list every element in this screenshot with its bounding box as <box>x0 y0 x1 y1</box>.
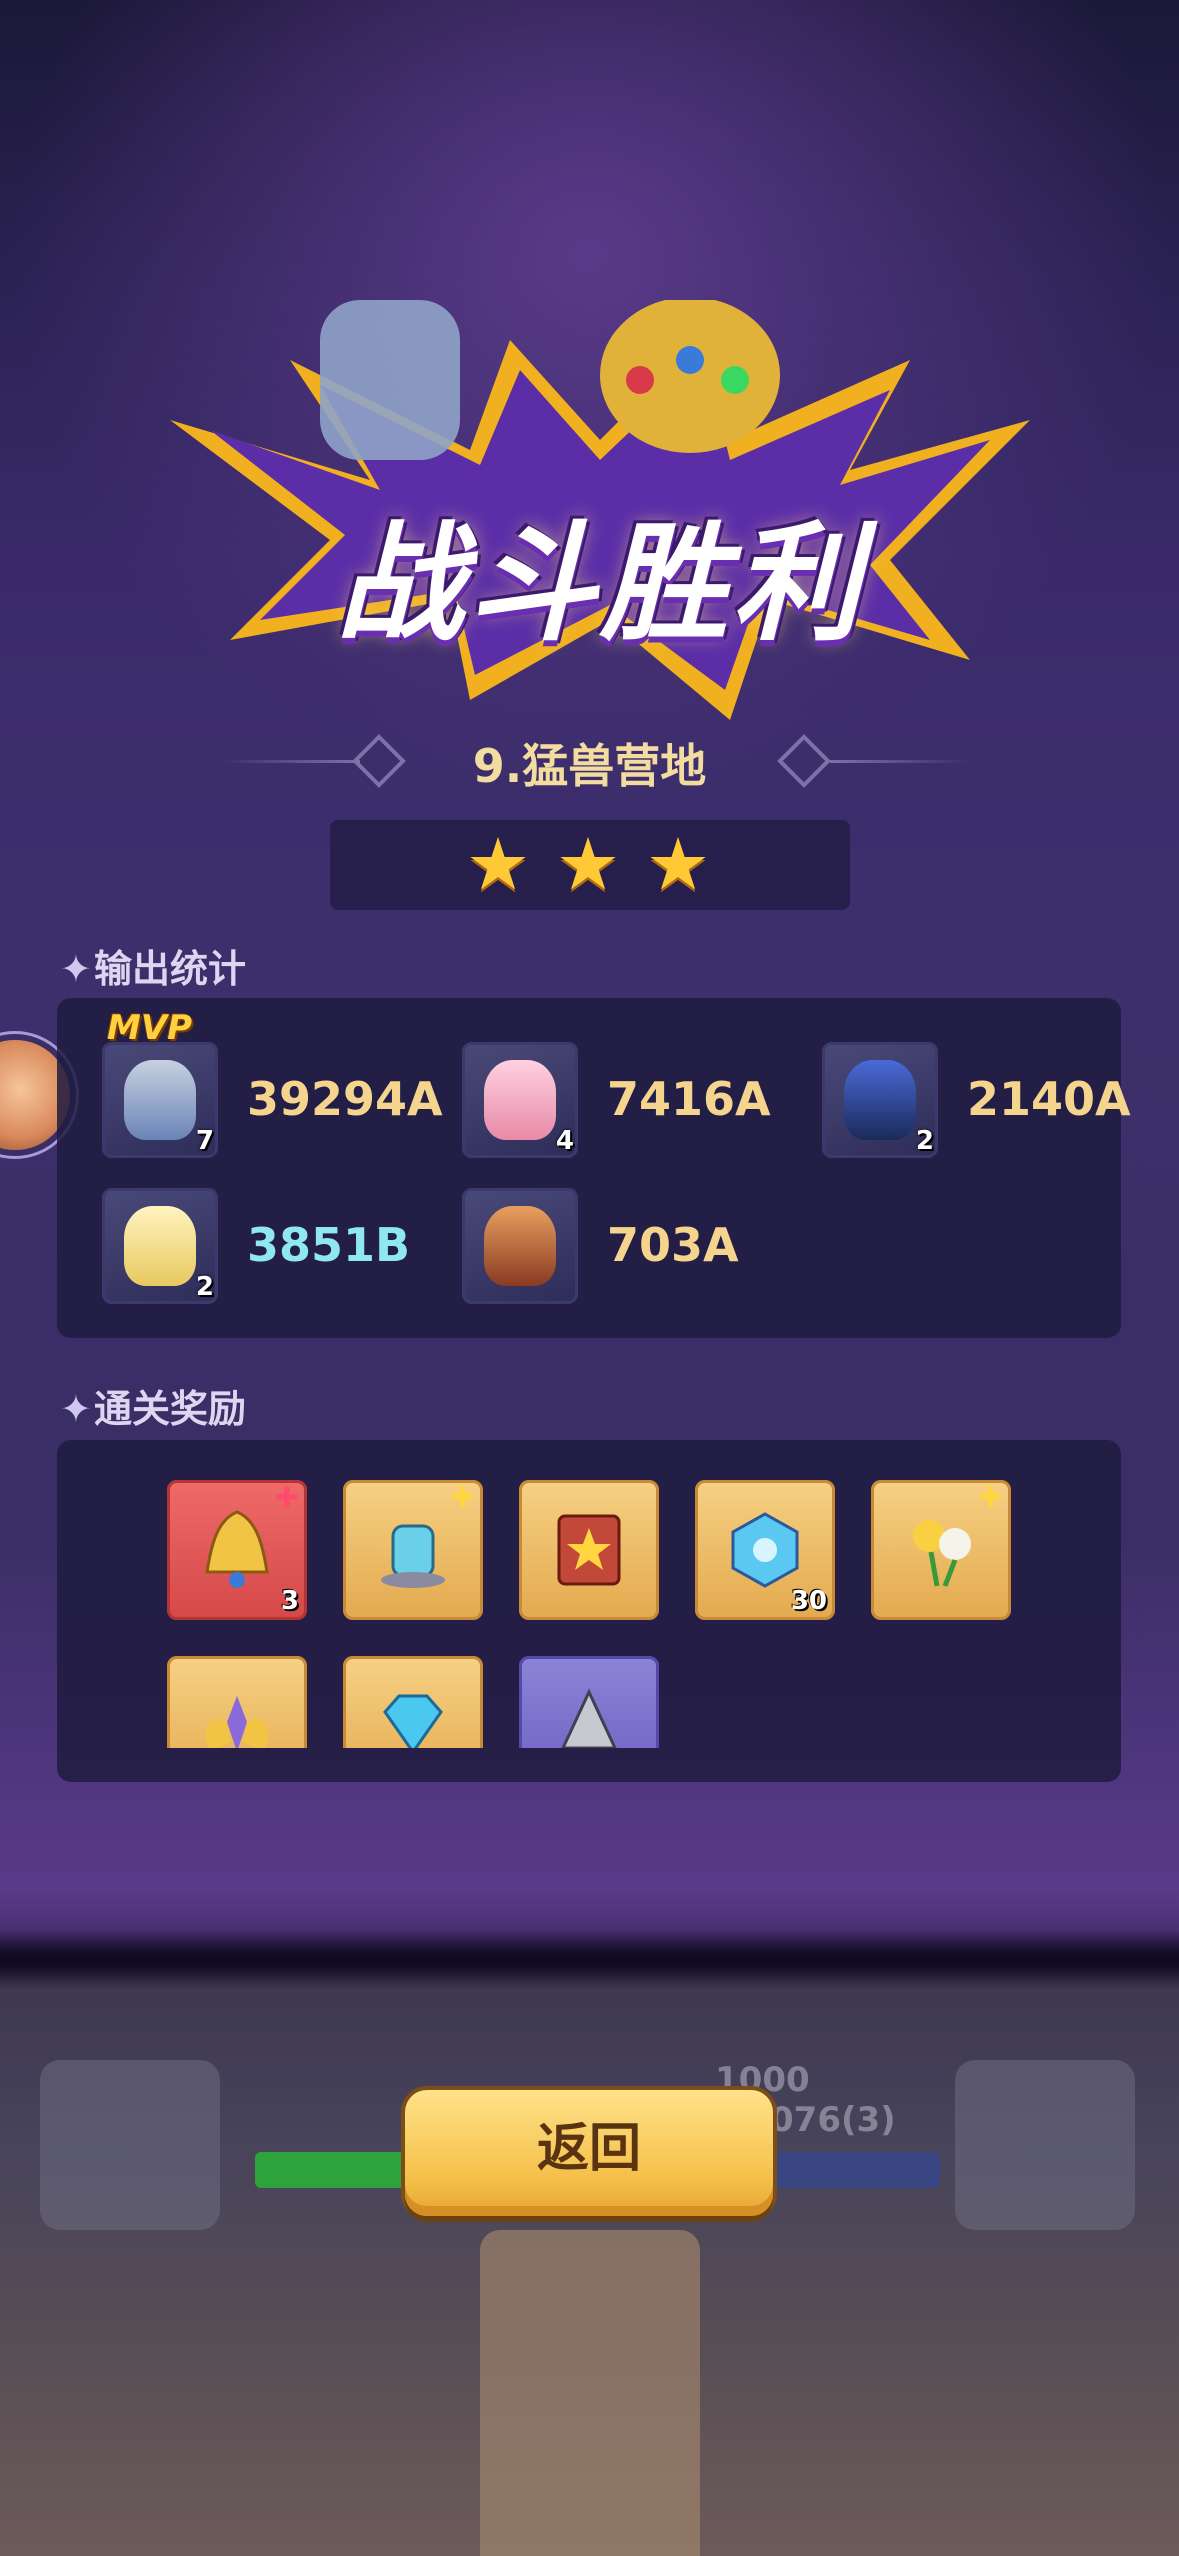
angel-hero-icon[interactable]: 2 <box>102 1188 218 1304</box>
stage-name: 9.猛兽营地 <box>472 739 707 793</box>
victory-title: 战斗胜利 <box>335 510 864 659</box>
hero-level: 2 <box>915 1126 934 1156</box>
stage-header: 9.猛兽营地 <box>0 730 1179 793</box>
king-sword-hero-icon[interactable] <box>462 1188 578 1304</box>
hammer-icon <box>320 300 460 460</box>
health-bar <box>255 2152 425 2188</box>
hero-damage-entry: 2 2140A <box>777 1042 1137 1162</box>
back-button[interactable]: 返回 <box>405 2090 773 2216</box>
victory-banner: 战斗胜利 <box>170 297 1030 720</box>
star-icon: ★ <box>555 822 621 906</box>
reward-count: 3 <box>280 1586 299 1616</box>
battle-scene-background: 1000 076(3) <box>0 1960 1179 2556</box>
golden-bell-icon[interactable]: ✚ 3 <box>167 1480 307 1620</box>
hero-damage-value: 2140A <box>967 1072 1131 1126</box>
left-tower <box>40 2060 220 2230</box>
right-tower <box>955 2060 1135 2230</box>
star-icon: ★ <box>465 822 531 906</box>
blue-diamond-icon[interactable] <box>343 1656 483 1748</box>
fragment-icon: ✚ <box>451 1481 475 1514</box>
hero-damage-entry: MVP 7 39294A <box>57 1008 443 1162</box>
hero-level: 7 <box>195 1126 214 1156</box>
battle-value-2: 076(3) <box>770 2100 896 2140</box>
hero-damage-value: 3851B <box>247 1218 411 1272</box>
reward-panel: ✚ 3 ✚ 30 ✚ <box>57 1440 1121 1782</box>
star-book-icon[interactable] <box>519 1480 659 1620</box>
hero-damage-value: 7416A <box>607 1072 771 1126</box>
hero-damage-value: 703A <box>607 1218 739 1272</box>
crystal-tower-icon[interactable]: ✚ <box>343 1480 483 1620</box>
reward-count: 30 <box>790 1586 827 1616</box>
pink-cat-hero-icon[interactable]: 4 <box>462 1042 578 1158</box>
blue-cube-icon[interactable]: 30 <box>695 1480 835 1620</box>
hero-level: 2 <box>195 1272 214 1302</box>
hero-damage-entry: 2 3851B <box>57 1188 417 1308</box>
fragment-icon: ✚ <box>979 1481 1003 1514</box>
hero-damage-value: 39294A <box>247 1072 443 1126</box>
hero-damage-entry: 4 7416A <box>417 1042 777 1162</box>
silver-stone-icon[interactable] <box>519 1656 659 1748</box>
dark-knight-hero-icon[interactable]: 2 <box>822 1042 938 1158</box>
torn-paper-edge <box>0 1930 1179 1990</box>
flower-bouquet-icon[interactable]: ✚ <box>871 1480 1011 1620</box>
damage-section-title: ✦输出统计 <box>60 947 247 991</box>
reward-scroll-area[interactable]: ✚ 3 ✚ 30 ✚ <box>57 1440 1121 1748</box>
sand-castle-tower <box>480 2230 700 2556</box>
star-icon: ★ <box>645 822 711 906</box>
fragment-icon: ✚ <box>275 1481 299 1514</box>
reward-section-title: ✦通关奖励 <box>60 1387 247 1431</box>
damage-panel: MVP 7 39294A 4 7416A 2 2140A 2 3851B 703 <box>57 998 1131 1338</box>
sparkle-icon: ✦ <box>60 947 92 991</box>
golden-wings-icon[interactable] <box>167 1656 307 1748</box>
thor-hammer-hero-icon[interactable]: 7 <box>102 1042 218 1158</box>
star-rating: ★ ★ ★ <box>0 820 1179 910</box>
sparkle-icon: ✦ <box>60 1387 92 1431</box>
hero-level: 4 <box>555 1126 574 1156</box>
hero-damage-entry: 703A <box>417 1188 777 1308</box>
